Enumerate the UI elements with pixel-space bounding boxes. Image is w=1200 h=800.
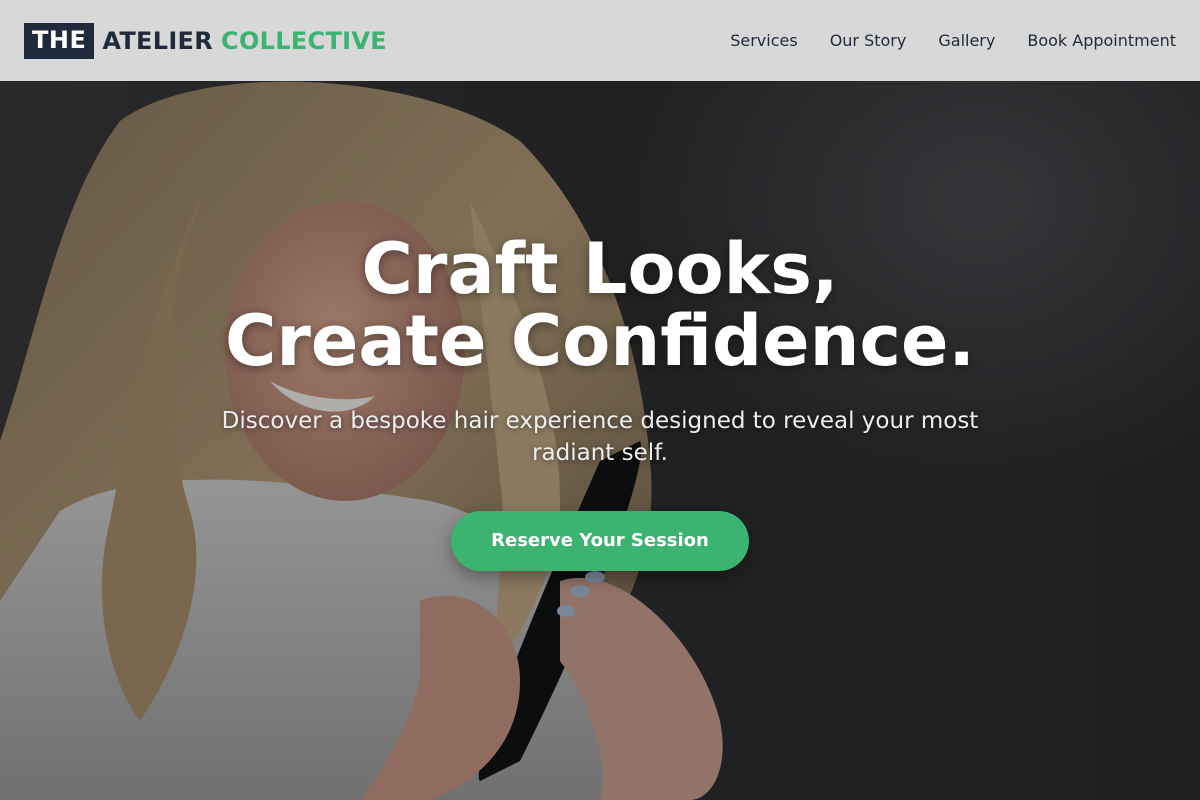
hero-content: Craft Looks, Create Confidence. Discover…	[0, 233, 1200, 571]
hero-section: Craft Looks, Create Confidence. Discover…	[0, 81, 1200, 800]
site-header: THE ATELIER COLLECTIVE Services Our Stor…	[0, 0, 1200, 81]
logo-badge: THE	[24, 22, 95, 59]
reserve-session-button[interactable]: Reserve Your Session	[451, 511, 749, 571]
nav-link-our-story[interactable]: Our Story	[830, 31, 907, 50]
nav-link-services[interactable]: Services	[730, 31, 797, 50]
hero-headline: Craft Looks, Create Confidence.	[0, 233, 1200, 377]
headline-line-2: Create Confidence.	[224, 300, 976, 382]
nav-link-book-appointment[interactable]: Book Appointment	[1027, 31, 1176, 50]
headline-line-1: Craft Looks,	[361, 228, 839, 310]
main-nav: Services Our Story Gallery Book Appointm…	[730, 31, 1176, 50]
logo-word-collective: COLLECTIVE	[221, 26, 387, 55]
site-logo[interactable]: THE ATELIER COLLECTIVE	[24, 22, 387, 59]
logo-word-atelier: ATELIER	[102, 26, 214, 55]
nav-link-gallery[interactable]: Gallery	[938, 31, 995, 50]
hero-subtext: Discover a bespoke hair experience desig…	[221, 408, 979, 466]
